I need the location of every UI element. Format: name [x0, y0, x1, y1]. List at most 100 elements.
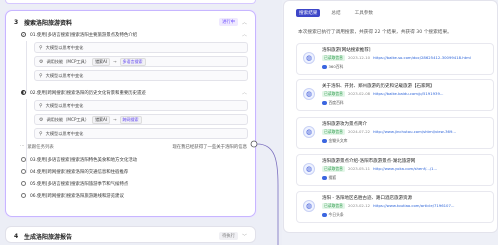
read-tag: 已读取信息 — [322, 165, 345, 172]
tool-icon: ⚙ — [39, 116, 44, 123]
globe-icon: ◍ — [303, 163, 315, 175]
subtask-4[interactable]: 04.使用[跨网搜索]搜索洛阳的交通信息和住宿推荐 — [20, 167, 247, 176]
chevron-up-icon[interactable]: ︿ — [242, 31, 247, 38]
chevron-down-icon[interactable]: ﹀ — [242, 233, 247, 240]
result-date: 2023-12-10 — [347, 55, 371, 60]
loading-dots-icon: ⋯ — [20, 144, 25, 149]
check-circle-icon: ✓ — [20, 31, 27, 38]
result-source: 搜狐 — [322, 175, 336, 181]
subtask-5[interactable]: 05.使用[多语言搜索]搜索洛阳旅游季节和气候特点 — [20, 179, 247, 188]
read-tag: 已读取信息 — [322, 90, 345, 97]
tool-call-item[interactable]: ⚙ 调用技能（MCP工具） 猎索AI → 跨网搜索 — [34, 114, 248, 125]
step-number: 3 — [14, 18, 19, 26]
read-tag: 已读取信息 — [322, 128, 345, 135]
subtask-1[interactable]: ✓ 01.使用[多语言搜索]搜索洛阳主要旅游景点及特色介绍 ︿ — [20, 30, 247, 39]
results-summary: 本次搜索已执行了调用搜索，共获得 22 个结果，共获得 30 个搜索结果。 — [298, 30, 452, 35]
thinking-item[interactable]: ⚲ 大模型以思考中变化 — [34, 128, 248, 139]
result-meta: 已读取信息 2023-12-10 https://baike.so.com/do… — [322, 54, 489, 61]
result-title[interactable]: 洛阳旅游[网站搜索推荐] — [322, 47, 489, 53]
globe-icon: ◍ — [303, 52, 315, 64]
source-logo-icon — [322, 100, 327, 106]
lightbulb-icon: ⚲ — [39, 130, 43, 137]
result-card-5[interactable]: ◍ 洛阳 - 洛阳地区名胜古迹、路口酒店旅游资源 已读取信息 2023-02-1… — [296, 191, 494, 223]
source-logo-icon — [322, 175, 327, 181]
result-url[interactable]: https://www.toutiao.com/article/7196107.… — [373, 203, 454, 208]
tool-icon: ⚙ — [39, 58, 44, 65]
step-card-4[interactable]: 4 生成洛阳旅游报告 待执行 ﹀ — [5, 226, 256, 243]
source-name: 金锄头文库 — [328, 138, 348, 143]
result-title[interactable]: 关于洛阳、开封、郑州旅游的历史和记载旅游【石家网】 — [322, 83, 489, 89]
result-meta: 已读取信息 2023-05-11 http://www.yoka.com/she… — [322, 165, 489, 172]
thinking-item[interactable]: ⚲ 大模型以思考中变化 — [34, 42, 248, 53]
result-date: 2023-02-12 — [347, 203, 371, 208]
thinking-label: 大模型以思考中变化 — [45, 72, 84, 78]
result-title[interactable]: 洛阳旅游攻为景点简介 — [322, 121, 489, 127]
result-date: 2024-07-22 — [347, 129, 371, 134]
empty-circle-icon — [20, 156, 27, 163]
subtask-title: 03.使用[多语言搜索]搜索洛阳特色美食和地方文化活动 — [30, 157, 138, 163]
subtask-6[interactable]: 06.使用[跨网搜索]搜索洛阳旅游路线和游览建议 — [20, 191, 247, 200]
tool-provider-chip: 猎索AI — [92, 57, 110, 66]
empty-circle-icon — [20, 192, 27, 199]
tool-name-chip: 多语言搜索 — [119, 57, 146, 66]
connector-node — [250, 140, 258, 148]
step-header: 4 生成洛阳旅游报告 待执行 ﹀ — [14, 231, 247, 241]
result-date: 2023-02-08 — [347, 91, 371, 96]
result-card-1[interactable]: ◍ 洛阳旅游[网站搜索推荐] 已读取信息 2023-12-10 https://… — [296, 43, 494, 75]
subtask-title: 01.使用[多语言搜索]搜索洛阳主要旅游景点及特色介绍 — [30, 32, 138, 38]
search-results-panel: 搜索结果 总结 工具参数 本次搜索已执行了调用搜索，共获得 22 个结果，共获得… — [283, 0, 498, 233]
tab-summary[interactable]: 总结 — [328, 9, 343, 17]
result-url[interactable]: http://www.jinchutou.com/shtml/view-369.… — [373, 129, 456, 134]
source-name: 今日头条 — [328, 212, 344, 217]
thinking-item[interactable]: ⚲ 大模型以思考中变化 — [34, 70, 248, 81]
chevron-up-icon[interactable]: ︿ — [242, 89, 247, 96]
result-url[interactable]: https://baike.so.com/doc/28625412-300994… — [373, 55, 471, 60]
result-title[interactable]: 洛阳 - 洛阳地区名胜古迹、路口酒店旅游资源 — [322, 195, 489, 201]
result-card-2[interactable]: ◍ 关于洛阳、开封、郑州旅游的历史和记载旅游【石家网】 已读取信息 2023-0… — [296, 79, 494, 111]
subtask-title: 05.使用[多语言搜索]搜索洛阳旅游季节和气候特点 — [30, 181, 129, 187]
arrow-right-icon: → — [112, 59, 117, 64]
result-source: 今日头条 — [322, 212, 344, 218]
tool-name-chip: 跨网搜索 — [119, 115, 142, 124]
step-header: 3 搜索洛阳旅游资料 进行中 ︿ — [14, 17, 247, 27]
tool-provider-chip: 猎索AI — [92, 115, 110, 124]
result-card-3[interactable]: ◍ 洛阳旅游攻为景点简介 已读取信息 2024-07-22 http://www… — [296, 117, 494, 149]
subtask-2[interactable]: 02.使用[跨网搜索]搜索洛阳的历史文化背景和重要历史遗迹 ︿ — [20, 88, 247, 97]
previous-step-card — [5, 0, 256, 4]
chevron-up-icon[interactable]: ︿ — [242, 19, 247, 26]
thinking-right-text: 现在我已经获得了一些关于洛阳的信息 — [172, 144, 247, 150]
source-logo-icon — [322, 212, 327, 218]
source-name: 360百科 — [328, 64, 344, 69]
connector-path — [256, 143, 279, 245]
result-source: 360百科 — [322, 64, 343, 70]
thinking-label: 大模型以思考中变化 — [45, 102, 84, 108]
thinking-left-text: 紧跟任务列表 — [27, 144, 54, 150]
tab-tool-params[interactable]: 工具参数 — [352, 9, 376, 17]
results-tabs: 搜索结果 总结 工具参数 — [296, 9, 384, 17]
status-badge: 待执行 — [219, 232, 238, 240]
tool-call-label: 调用技能（MCP工具） — [46, 58, 90, 64]
tool-call-item[interactable]: ⚙ 调用技能（MCP工具） 猎索AI → 多语言搜索 — [34, 56, 248, 67]
thinking-label: 大模型以思考中变化 — [45, 44, 84, 50]
read-tag: 已读取信息 — [322, 54, 345, 61]
subtask-title: 02.使用[跨网搜索]搜索洛阳的历史文化背景和重要历史遗迹 — [30, 90, 146, 96]
result-meta: 已读取信息 2024-07-22 http://www.jinchutou.co… — [322, 128, 489, 135]
lightbulb-icon: ⚲ — [39, 44, 43, 51]
step-number: 4 — [14, 232, 19, 240]
step-card-3[interactable]: 3 搜索洛阳旅游资料 进行中 ︿ ✓ 01.使用[多语言搜索]搜索洛阳主要旅游景… — [5, 10, 256, 217]
result-url[interactable]: https://baike.baidu.com/p/5191939... — [373, 91, 443, 96]
result-url[interactable]: http://www.yoka.com/shenf/.../1... — [373, 166, 437, 171]
tab-search-results[interactable]: 搜索结果 — [296, 9, 321, 17]
result-card-4[interactable]: ◍ 洛阳旅游景点介绍-洛阳市旅游景点-湖北旅游网 已读取信息 2023-05-1… — [296, 154, 494, 186]
subtask-title: 06.使用[跨网搜索]搜索洛阳旅游路线和游览建议 — [30, 193, 124, 199]
source-name: 百度百科 — [328, 100, 344, 105]
subtask-3[interactable]: 03.使用[多语言搜索]搜索洛阳特色美食和地方文化活动 — [20, 155, 247, 164]
thinking-item[interactable]: ⚲ 大模型以思考中变化 — [34, 100, 248, 111]
timeline-line — [26, 41, 27, 93]
result-source: 百度百科 — [322, 100, 344, 106]
step-title: 搜索洛阳旅游资料 — [24, 19, 73, 27]
empty-circle-icon — [20, 168, 27, 175]
status-badge: 进行中 — [219, 18, 238, 26]
thinking-status-row: ⋯ 紧跟任务列表 现在我已经获得了一些关于洛阳的信息 — [20, 142, 247, 151]
result-title[interactable]: 洛阳旅游景点介绍-洛阳市旅游景点-湖北旅游网 — [322, 158, 489, 164]
